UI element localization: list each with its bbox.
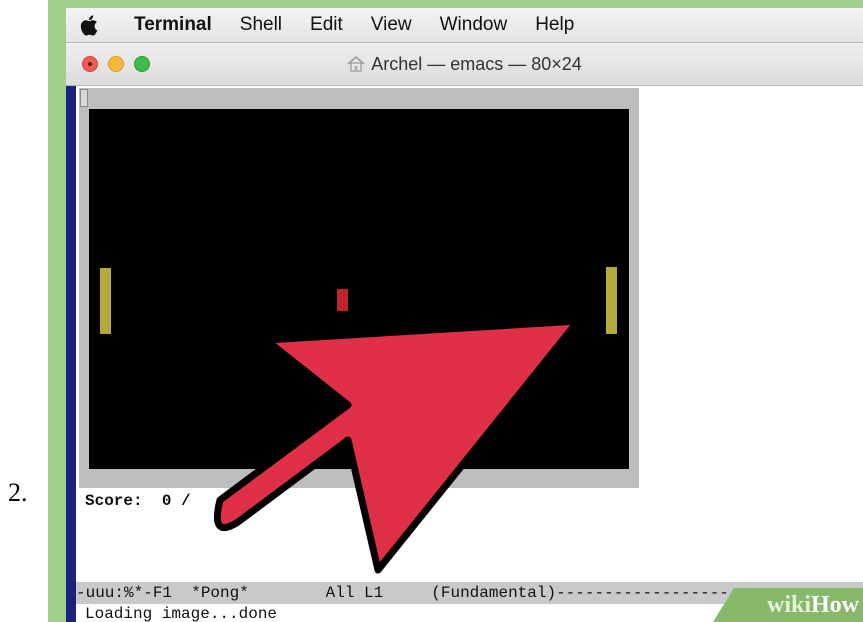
watermark-how: How xyxy=(811,592,859,618)
menu-shell[interactable]: Shell xyxy=(226,14,296,36)
menu-view[interactable]: View xyxy=(357,14,426,36)
menu-window[interactable]: Window xyxy=(426,14,522,36)
emacs-minibuffer: Loading image...done xyxy=(85,605,278,622)
watermark-wiki: wiki xyxy=(766,592,811,618)
pong-image-frame xyxy=(79,88,639,488)
game-background xyxy=(89,109,629,469)
wikihow-watermark: wikiHow xyxy=(713,588,863,622)
home-folder-icon xyxy=(347,56,365,77)
right-paddle xyxy=(606,267,617,334)
step-number: 2. xyxy=(8,478,28,507)
frame-handle xyxy=(80,89,88,107)
apple-logo-icon[interactable] xyxy=(66,14,112,36)
menu-terminal[interactable]: Terminal xyxy=(112,14,226,36)
menu-help[interactable]: Help xyxy=(521,14,588,36)
menu-bar: Terminal Shell Edit View Window Help xyxy=(66,8,863,43)
window-title-container: Archel — emacs — 80×24 xyxy=(66,54,863,77)
window-titlebar[interactable]: Archel — emacs — 80×24 xyxy=(66,43,863,86)
left-paddle xyxy=(100,268,111,334)
score-display: Score: 0 / xyxy=(85,492,191,510)
terminal-window: Archel — emacs — 80×24 Score: 0 / -uuu:%… xyxy=(66,43,863,622)
menu-edit[interactable]: Edit xyxy=(296,14,357,36)
screenshot: Terminal Shell Edit View Window Help Arc… xyxy=(48,0,863,622)
window-title: Archel — emacs — 80×24 xyxy=(371,54,582,74)
pong-game-canvas xyxy=(89,109,629,469)
terminal-content[interactable]: Score: 0 / -uuu:%*-F1 *Pong* All L1 (Fun… xyxy=(66,86,863,622)
pong-ball xyxy=(337,289,348,311)
window-left-border xyxy=(66,86,76,622)
